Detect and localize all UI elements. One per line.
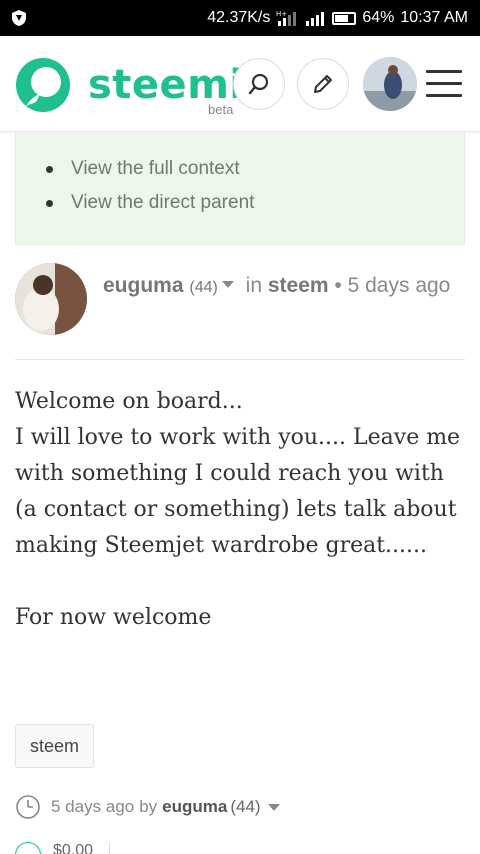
payout-row: $0.00	[15, 842, 111, 854]
author-avatar-image	[15, 263, 87, 335]
post-time-ago[interactable]: 5 days ago	[348, 274, 451, 297]
clock-time: 10:37 AM	[400, 9, 468, 26]
hamburger-icon-bar	[426, 94, 462, 97]
author-name-link[interactable]: euguma	[103, 274, 184, 297]
author-info: euguma (44) in steem • 5 days ago	[103, 271, 453, 302]
status-bar: 42.37K/s H+ 64% 10:37 AM	[0, 0, 480, 36]
footer-time-ago[interactable]: 5 days ago	[51, 797, 134, 817]
comment-closing: For now welcome	[15, 605, 212, 630]
separator-dot: •	[334, 274, 342, 297]
hamburger-icon-bar	[426, 82, 462, 85]
battery-icon	[332, 11, 357, 25]
steemit-logo-icon[interactable]	[14, 56, 72, 114]
view-direct-parent-link[interactable]: View the direct parent	[46, 192, 464, 214]
shield-icon	[12, 10, 26, 26]
view-full-context-link[interactable]: View the full context	[46, 158, 464, 180]
divider	[15, 359, 465, 360]
payout-amount[interactable]: $0.00	[53, 842, 93, 854]
context-links-list: View the full context View the direct pa…	[16, 132, 464, 214]
hamburger-menu-button[interactable]	[426, 70, 462, 100]
signal-icon	[306, 12, 325, 26]
new-post-button[interactable]	[297, 58, 349, 110]
network-speed: 42.37K/s	[207, 9, 271, 26]
footer-author-link[interactable]: euguma	[162, 797, 227, 817]
comment-body: Welcome on board... I will love to work …	[15, 384, 470, 636]
in-label: in	[245, 274, 263, 297]
search-icon	[248, 73, 269, 95]
user-avatar-button[interactable]	[363, 57, 417, 111]
pencil-icon	[314, 75, 332, 93]
footer-by-label: by	[139, 797, 158, 816]
post-footer-meta: 5 days ago by euguma (44)	[15, 793, 280, 821]
avatar	[363, 57, 417, 111]
comment-line: I will love to work with you.... Leave m…	[15, 425, 461, 558]
search-button[interactable]	[233, 58, 285, 110]
signal-hplus-icon: H+	[276, 10, 297, 26]
author-dropdown-caret-icon[interactable]	[221, 281, 234, 289]
category-link[interactable]: steem	[268, 274, 329, 297]
comment-line: Welcome on board...	[15, 389, 243, 414]
payout-separator	[109, 842, 111, 854]
footer-dropdown-caret-icon[interactable]	[267, 803, 280, 811]
hamburger-icon	[426, 70, 462, 73]
upvote-icon[interactable]	[15, 842, 41, 854]
network-type: H+	[276, 10, 287, 18]
logo-beta-label: beta	[208, 102, 234, 117]
context-links-box: View the full context View the direct pa…	[15, 132, 465, 245]
tag-steem[interactable]: steem	[15, 724, 95, 768]
author-avatar[interactable]	[15, 263, 87, 335]
battery-percent: 64%	[362, 9, 395, 26]
author-reputation: (44)	[189, 279, 218, 296]
app-header: steemit beta	[0, 36, 480, 132]
clock-icon	[16, 795, 40, 819]
footer-author-reputation: (44)	[230, 797, 261, 816]
